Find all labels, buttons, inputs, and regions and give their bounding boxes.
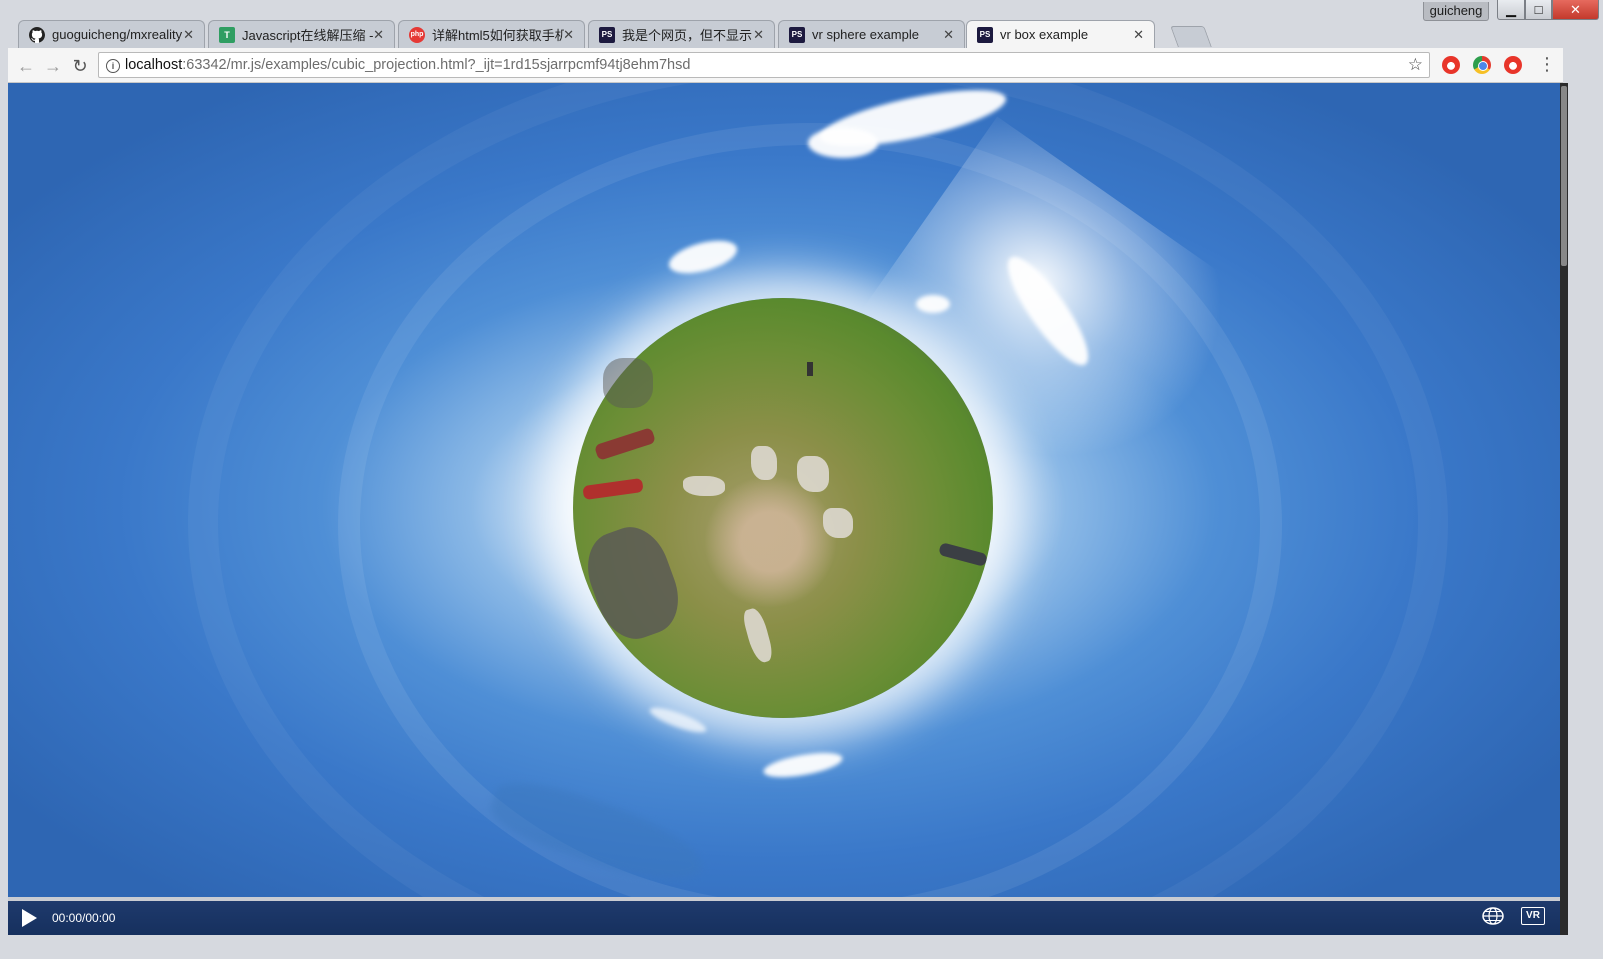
minimize-button[interactable]: ▁ (1497, 0, 1525, 20)
php-icon: php (409, 26, 425, 43)
back-arrow-icon[interactable]: ← (16, 56, 36, 76)
hiker (938, 542, 988, 567)
tab-vr-sphere[interactable]: PS vr sphere example ✕ (778, 20, 965, 48)
time-display: 00:00/00:00 (52, 911, 116, 925)
tiny-planet (573, 298, 993, 718)
tab-title: guoguicheng/mxreality (52, 27, 183, 42)
extension-flash-icon[interactable] (1442, 56, 1460, 74)
tab-close-icon[interactable]: ✕ (373, 27, 384, 43)
vr-mode-button[interactable]: VR (1521, 907, 1545, 925)
tab-title: 我是个网页，但不显示 (622, 28, 753, 43)
tab-strip: guoguicheng/mxreality ✕ T Javascript在线解压… (18, 20, 1418, 48)
tab-close-icon[interactable]: ✕ (943, 27, 954, 43)
hiker (582, 477, 644, 501)
rock (683, 476, 725, 496)
profile-badge[interactable]: guicheng (1423, 2, 1489, 21)
rock (751, 446, 777, 480)
extension-flash-icon-2[interactable] (1504, 56, 1522, 74)
browser-toolbar: ← → ↻ i localhost:63342/mr.js/examples/c… (8, 48, 1563, 83)
phpstorm-icon: PS (599, 26, 615, 43)
tab-title: Javascript在线解压缩 - (242, 28, 374, 43)
url-host: localhost (125, 57, 183, 73)
chrome-menu-icon[interactable]: ⋮ (1538, 54, 1556, 74)
hiker (593, 427, 657, 461)
rock (823, 508, 853, 538)
close-window-button[interactable]: ✕ (1552, 0, 1599, 20)
browser-window: guicheng ▁ □ ✕ guoguicheng/mxreality ✕ T… (0, 0, 1603, 959)
address-bar[interactable]: i localhost:63342/mr.js/examples/cubic_p… (98, 52, 1430, 78)
tab-vr-box[interactable]: PS vr box example ✕ (966, 20, 1155, 48)
tab-php[interactable]: php 详解html5如何获取手机 ✕ (398, 20, 585, 48)
rock (797, 456, 829, 492)
forward-arrow-icon[interactable]: → (43, 56, 63, 76)
maximize-button[interactable]: □ (1525, 0, 1552, 20)
cloud (916, 295, 950, 313)
tab-title: 详解html5如何获取手机 (432, 28, 564, 43)
url-text[interactable]: localhost:63342/mr.js/examples/cubic_pro… (125, 53, 690, 77)
video-control-bar: 00:00/00:00 VR (8, 897, 1560, 935)
tab-close-icon[interactable]: ✕ (1133, 27, 1144, 43)
tab-title: vr box example (1000, 27, 1089, 42)
cloud (808, 128, 878, 158)
tab-close-icon[interactable]: ✕ (563, 27, 574, 43)
tab-favicon-icon: T (219, 26, 235, 43)
github-icon (29, 26, 45, 43)
phpstorm-icon: PS (977, 26, 993, 43)
tab-webpage[interactable]: PS 我是个网页，但不显示 ✕ (588, 20, 775, 48)
tab-javascript[interactable]: T Javascript在线解压缩 - ✕ (208, 20, 395, 48)
site-info-icon[interactable]: i (106, 59, 120, 73)
play-icon[interactable] (22, 909, 37, 927)
reload-icon[interactable]: ↻ (70, 56, 90, 76)
tab-github[interactable]: guoguicheng/mxreality ✕ (18, 20, 205, 48)
tab-close-icon[interactable]: ✕ (753, 27, 764, 43)
cliff (603, 358, 653, 408)
globe-icon[interactable] (1482, 907, 1504, 925)
phpstorm-icon: PS (789, 26, 805, 43)
new-tab-button[interactable] (1170, 26, 1212, 47)
tab-close-icon[interactable]: ✕ (183, 27, 194, 43)
progress-bar[interactable] (8, 897, 1560, 901)
panorama-viewport[interactable] (8, 83, 1560, 897)
tab-title: vr sphere example (812, 27, 919, 42)
chrome-extension-icon[interactable] (1473, 56, 1491, 74)
rock (741, 606, 775, 665)
url-path: :63342/mr.js/examples/cubic_projection.h… (182, 57, 691, 73)
scrollbar-thumb[interactable] (1561, 86, 1567, 266)
bookmark-star-icon[interactable]: ☆ (1408, 53, 1423, 77)
hiker (807, 362, 813, 376)
